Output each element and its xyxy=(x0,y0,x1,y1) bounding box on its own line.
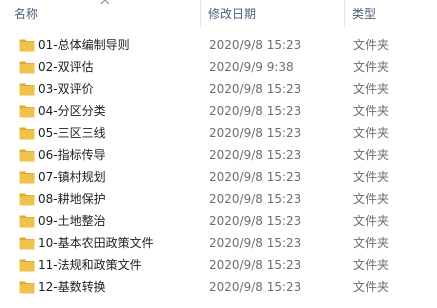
file-row[interactable]: 10-基本农田政策文件 2020/9/8 15:23 文件夹 xyxy=(0,232,437,254)
file-type: 文件夹 xyxy=(353,258,390,272)
column-header-bar: 名称 修改日期 类型 xyxy=(0,0,437,28)
file-name: 10-基本农田政策文件 xyxy=(38,236,154,250)
file-type: 文件夹 xyxy=(353,148,390,162)
folder-icon xyxy=(19,237,35,250)
file-modified-date: 2020/9/8 15:23 xyxy=(209,258,302,272)
file-modified-date: 2020/9/8 15:23 xyxy=(209,236,302,250)
column-divider[interactable] xyxy=(200,0,201,28)
file-name: 04-分区分类 xyxy=(38,104,106,118)
file-name: 05-三区三线 xyxy=(38,126,106,140)
folder-icon xyxy=(19,171,35,184)
file-type: 文件夹 xyxy=(353,192,390,206)
folder-icon xyxy=(19,215,35,228)
file-modified-date: 2020/9/8 15:23 xyxy=(209,104,302,118)
file-modified-date: 2020/9/8 15:23 xyxy=(209,170,302,184)
file-type: 文件夹 xyxy=(353,82,390,96)
folder-icon xyxy=(19,259,35,272)
column-divider[interactable] xyxy=(344,0,345,28)
file-row[interactable]: 07-镇村规划 2020/9/8 15:23 文件夹 xyxy=(0,166,437,188)
file-type: 文件夹 xyxy=(353,104,390,118)
file-row[interactable]: 03-双评价 2020/9/8 15:23 文件夹 xyxy=(0,78,437,100)
file-row[interactable]: 04-分区分类 2020/9/8 15:23 文件夹 xyxy=(0,100,437,122)
folder-icon xyxy=(19,127,35,140)
file-row[interactable]: 02-双评估 2020/9/9 9:38 文件夹 xyxy=(0,56,437,78)
file-name: 11-法规和政策文件 xyxy=(38,258,142,272)
file-name: 06-指标传导 xyxy=(38,148,106,162)
file-modified-date: 2020/9/8 15:23 xyxy=(209,38,302,52)
file-modified-date: 2020/9/8 15:23 xyxy=(209,280,302,294)
column-header-type[interactable]: 类型 xyxy=(352,5,432,23)
folder-icon xyxy=(19,61,35,74)
file-type: 文件夹 xyxy=(353,280,390,294)
chevron-up-icon xyxy=(100,0,110,5)
file-row[interactable]: 06-指标传导 2020/9/8 15:23 文件夹 xyxy=(0,144,437,166)
file-modified-date: 2020/9/9 9:38 xyxy=(209,60,294,74)
file-row[interactable]: 08-耕地保护 2020/9/8 15:23 文件夹 xyxy=(0,188,437,210)
file-row[interactable]: 09-土地整治 2020/9/8 15:23 文件夹 xyxy=(0,210,437,232)
file-name: 09-土地整治 xyxy=(38,214,106,228)
folder-icon xyxy=(19,281,35,294)
folder-icon xyxy=(19,193,35,206)
file-list: 01-总体编制导则 2020/9/8 15:23 文件夹 02-双评估 2020/9/9… xyxy=(0,34,437,298)
folder-icon xyxy=(19,149,35,162)
column-header-date[interactable]: 修改日期 xyxy=(208,5,340,23)
folder-icon xyxy=(19,83,35,96)
file-modified-date: 2020/9/8 15:23 xyxy=(209,148,302,162)
file-name: 03-双评价 xyxy=(38,82,94,96)
file-name: 08-耕地保护 xyxy=(38,192,106,206)
file-type: 文件夹 xyxy=(353,236,390,250)
column-header-name[interactable]: 名称 xyxy=(14,5,200,23)
file-row[interactable]: 11-法规和政策文件 2020/9/8 15:23 文件夹 xyxy=(0,254,437,276)
file-modified-date: 2020/9/8 15:23 xyxy=(209,214,302,228)
file-name: 12-基数转换 xyxy=(38,280,106,294)
folder-icon xyxy=(19,39,35,52)
file-type: 文件夹 xyxy=(353,214,390,228)
file-name: 07-镇村规划 xyxy=(38,170,106,184)
file-name: 01-总体编制导则 xyxy=(38,38,130,52)
file-type: 文件夹 xyxy=(353,126,390,140)
file-type: 文件夹 xyxy=(353,60,390,74)
file-modified-date: 2020/9/8 15:23 xyxy=(209,192,302,206)
file-row[interactable]: 05-三区三线 2020/9/8 15:23 文件夹 xyxy=(0,122,437,144)
file-type: 文件夹 xyxy=(353,170,390,184)
file-modified-date: 2020/9/8 15:23 xyxy=(209,126,302,140)
file-row[interactable]: 01-总体编制导则 2020/9/8 15:23 文件夹 xyxy=(0,34,437,56)
file-type: 文件夹 xyxy=(353,38,390,52)
file-name: 02-双评估 xyxy=(38,60,94,74)
folder-icon xyxy=(19,105,35,118)
file-row[interactable]: 12-基数转换 2020/9/8 15:23 文件夹 xyxy=(0,276,437,298)
file-modified-date: 2020/9/8 15:23 xyxy=(209,82,302,96)
